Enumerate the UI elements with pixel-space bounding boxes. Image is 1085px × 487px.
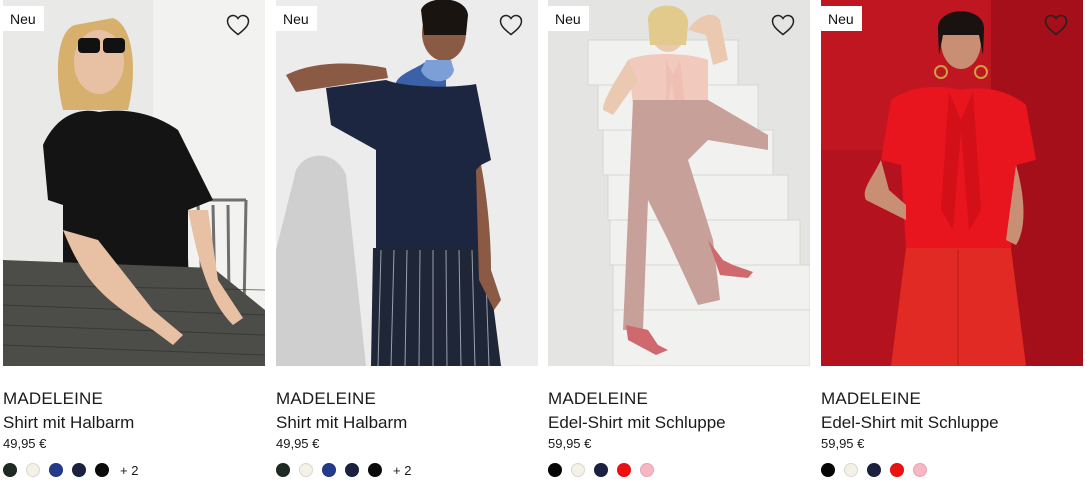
product-photo-4 [821, 0, 1083, 366]
color-swatches: + 2 [276, 462, 411, 478]
product-photo-3 [548, 0, 810, 366]
color-swatch[interactable] [3, 463, 17, 477]
color-swatch[interactable] [72, 463, 86, 477]
color-swatch[interactable] [821, 463, 835, 477]
product-price: 59,95 € [821, 436, 865, 451]
color-swatch[interactable] [548, 463, 562, 477]
color-swatch[interactable] [276, 463, 290, 477]
product-name[interactable]: Edel-Shirt mit Schluppe [548, 413, 726, 433]
product-brand[interactable]: MADELEINE [276, 389, 376, 409]
product-photo-2 [276, 0, 538, 366]
product-price: 49,95 € [276, 436, 320, 451]
color-swatch[interactable] [299, 463, 313, 477]
color-swatch[interactable] [571, 463, 585, 477]
color-swatch[interactable] [844, 463, 858, 477]
color-swatch[interactable] [345, 463, 359, 477]
more-colors-link[interactable]: + 2 [120, 463, 138, 478]
favorite-heart-icon[interactable] [771, 14, 795, 36]
product-card[interactable]: Neu MADELEINE Shirt mit Halbarm 49,95 € … [276, 0, 538, 487]
color-swatch[interactable] [617, 463, 631, 477]
product-card[interactable]: Neu MADELEINE Edel-Shirt mit Schluppe 59… [548, 0, 810, 487]
color-swatch[interactable] [867, 463, 881, 477]
product-image[interactable] [548, 0, 810, 366]
more-colors-link[interactable]: + 2 [393, 463, 411, 478]
color-swatch[interactable] [26, 463, 40, 477]
product-name[interactable]: Edel-Shirt mit Schluppe [821, 413, 999, 433]
product-card[interactable]: Neu MADELEINE Edel-Shirt mit Schluppe 59… [821, 0, 1083, 487]
color-swatches: + 2 [3, 462, 138, 478]
color-swatch[interactable] [95, 463, 109, 477]
product-price: 59,95 € [548, 436, 592, 451]
new-badge: Neu [548, 6, 589, 31]
product-brand[interactable]: MADELEINE [548, 389, 648, 409]
product-brand[interactable]: MADELEINE [3, 389, 103, 409]
color-swatch[interactable] [913, 463, 927, 477]
product-photo-1 [3, 0, 265, 366]
product-grid: Neu MADELEINE Shirt mit Halbarm 49,95 € … [0, 0, 1085, 487]
color-swatch[interactable] [368, 463, 382, 477]
color-swatch[interactable] [640, 463, 654, 477]
color-swatches [821, 462, 938, 478]
product-name[interactable]: Shirt mit Halbarm [3, 413, 134, 433]
product-price: 49,95 € [3, 436, 47, 451]
product-brand[interactable]: MADELEINE [821, 389, 921, 409]
product-card[interactable]: Neu MADELEINE Shirt mit Halbarm 49,95 € … [3, 0, 265, 487]
product-image[interactable] [821, 0, 1083, 366]
favorite-heart-icon[interactable] [1044, 14, 1068, 36]
product-image[interactable] [3, 0, 265, 366]
color-swatch[interactable] [49, 463, 63, 477]
color-swatch[interactable] [322, 463, 336, 477]
color-swatches [548, 462, 665, 478]
new-badge: Neu [821, 6, 862, 31]
color-swatch[interactable] [594, 463, 608, 477]
new-badge: Neu [3, 6, 44, 31]
product-name[interactable]: Shirt mit Halbarm [276, 413, 407, 433]
color-swatch[interactable] [890, 463, 904, 477]
new-badge: Neu [276, 6, 317, 31]
favorite-heart-icon[interactable] [499, 14, 523, 36]
product-image[interactable] [276, 0, 538, 366]
favorite-heart-icon[interactable] [226, 14, 250, 36]
